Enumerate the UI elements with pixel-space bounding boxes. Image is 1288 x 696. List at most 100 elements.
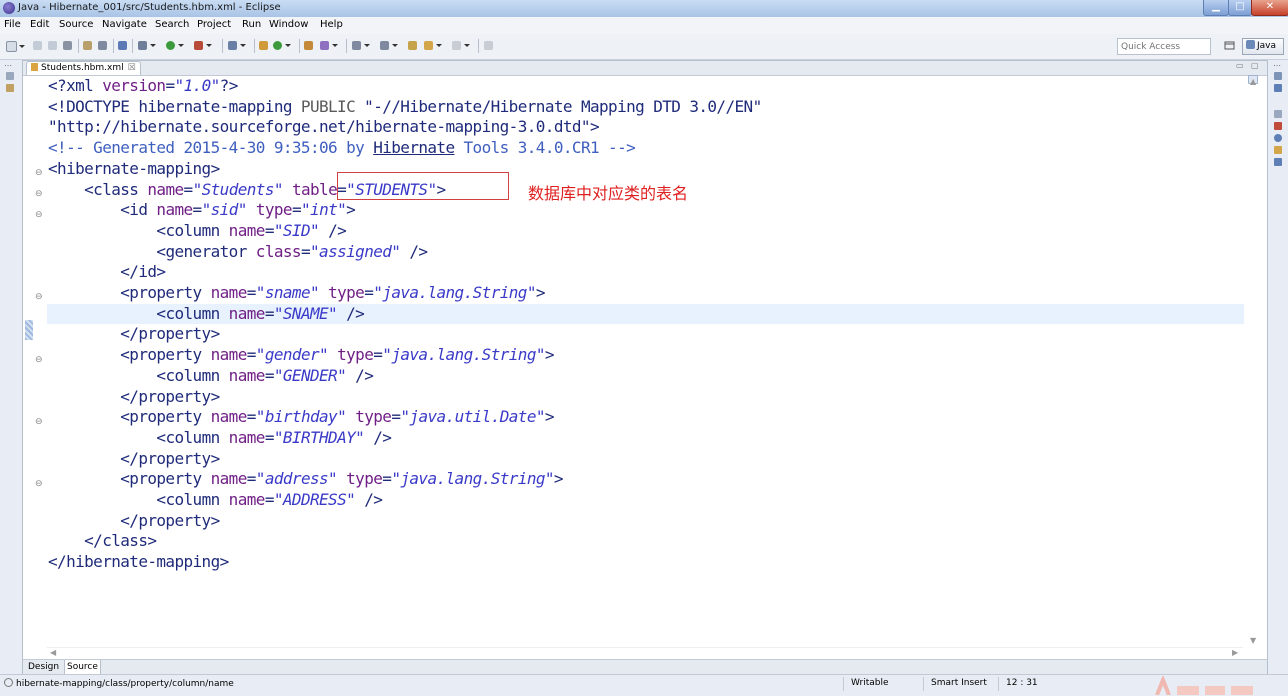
console-icon[interactable] — [1274, 146, 1282, 154]
tab-source[interactable]: Source — [64, 660, 101, 675]
menu-project[interactable]: Project — [197, 19, 231, 30]
code-line-18[interactable]: <column name="BIRTHDAY" /> — [47, 428, 1244, 449]
debug-icon[interactable] — [138, 41, 156, 50]
fold-icon[interactable]: ⊖ — [35, 190, 43, 199]
vertical-scrollbar[interactable]: ▲ ▼ — [1244, 75, 1264, 647]
last-edit-icon[interactable] — [408, 41, 417, 50]
code-line-22[interactable]: </property> — [47, 511, 1244, 532]
restore-right-icon[interactable]: ⋯ — [1273, 61, 1281, 70]
code-line-8[interactable]: <column name="SID" /> — [47, 221, 1244, 242]
code-line-5[interactable]: <hibernate-mapping> — [47, 159, 1244, 180]
maximize-button[interactable]: □ — [1228, 0, 1252, 16]
outline-icon[interactable] — [1274, 72, 1282, 80]
writable-status: Writable — [851, 678, 889, 688]
code-line-13[interactable]: </property> — [47, 324, 1244, 345]
menu-edit[interactable]: Edit — [30, 19, 49, 30]
open-perspective-button[interactable] — [1224, 38, 1235, 53]
minimize-editor-icon[interactable]: ▭ — [1236, 61, 1244, 70]
tab-design[interactable]: Design — [26, 660, 61, 674]
code-line-11[interactable]: <property name="sname" type="java.lang.S… — [47, 283, 1244, 304]
editor-mode-tabs: Design Source — [23, 659, 1267, 675]
javadoc-icon[interactable] — [1274, 122, 1282, 130]
new-package-icon[interactable] — [259, 41, 268, 50]
java-perspective-button[interactable]: Java — [1242, 38, 1284, 55]
fold-icon[interactable]: ⊖ — [35, 480, 43, 489]
fold-icon[interactable]: ⊖ — [35, 418, 43, 427]
cursor-position: 12 : 31 — [1006, 678, 1038, 688]
package-explorer-icon[interactable] — [6, 72, 14, 80]
left-trim-bar: ⋯ — [0, 60, 21, 672]
code-line-23[interactable]: </class> — [47, 531, 1244, 552]
next-annotation-icon[interactable] — [352, 41, 370, 50]
run-icon[interactable] — [166, 41, 184, 50]
code-line-10[interactable]: </id> — [47, 262, 1244, 283]
save-icon[interactable] — [33, 41, 42, 50]
editor-tab-label: Students.hbm.xml — [41, 63, 124, 73]
minimize-button[interactable]: ▁ — [1203, 0, 1229, 16]
xml-editor: Students.hbm.xml ☒ ▭ ▢ ⊖ ⊖ ⊖ ⊖ ⊖ ⊖ ⊖ <?xm… — [22, 60, 1268, 675]
menu-navigate[interactable]: Navigate — [102, 19, 147, 30]
editor-tab-students-hbm[interactable]: Students.hbm.xml ☒ — [26, 61, 141, 75]
scroll-up-icon[interactable]: ▲ — [1250, 77, 1256, 86]
open-task-icon[interactable] — [98, 41, 107, 50]
menu-search[interactable]: Search — [155, 19, 189, 30]
code-line-24[interactable]: </hibernate-mapping> — [47, 552, 1244, 573]
search-icon[interactable] — [320, 41, 338, 50]
quick-access-input[interactable] — [1118, 39, 1212, 55]
code-line-12[interactable]: <column name="SNAME" /> — [47, 303, 1244, 325]
scroll-right-icon[interactable]: ▶ — [1232, 648, 1238, 657]
close-window-button[interactable]: ✕ — [1251, 0, 1288, 16]
external-tools-icon[interactable] — [194, 41, 212, 50]
skip-breakpoints-icon[interactable] — [118, 41, 127, 50]
fold-icon[interactable]: ⊖ — [35, 169, 43, 178]
open-perspective-icon[interactable] — [228, 41, 246, 50]
code-line-14[interactable]: <property name="gender" type="java.lang.… — [47, 345, 1244, 366]
problems-icon[interactable] — [1274, 110, 1282, 118]
new-icon[interactable] — [6, 41, 25, 52]
fold-icon[interactable]: ⊖ — [35, 356, 43, 365]
save-all-icon[interactable] — [48, 41, 57, 50]
back-icon[interactable] — [424, 41, 442, 50]
declaration-icon[interactable] — [1274, 134, 1282, 142]
previous-annotation-icon[interactable] — [380, 41, 398, 50]
code-line-20[interactable]: <property name="address" type="java.lang… — [47, 469, 1244, 490]
tab-close-icon[interactable]: ☒ — [128, 63, 136, 73]
code-line-17[interactable]: <property name="birthday" type="java.uti… — [47, 407, 1244, 428]
scroll-left-icon[interactable]: ◀ — [50, 648, 56, 657]
code-line-19[interactable]: </property> — [47, 449, 1244, 470]
print-icon[interactable] — [63, 41, 72, 50]
scroll-down-icon[interactable]: ▼ — [1250, 636, 1256, 645]
code-line-16[interactable]: </property> — [47, 387, 1244, 408]
open-folder-icon[interactable] — [304, 41, 313, 50]
menu-window[interactable]: Window — [269, 19, 308, 30]
menu-help[interactable]: Help — [320, 19, 343, 30]
code-line-4[interactable]: <!-- Generated 2015-4-30 9:35:06 by Hibe… — [47, 138, 1244, 159]
restore-icon[interactable]: ⋯ — [4, 61, 12, 70]
java-perspective-label: Java — [1257, 41, 1277, 51]
xml-file-icon — [31, 63, 38, 71]
pin-editor-icon[interactable] — [484, 41, 493, 50]
code-line-3[interactable]: "http://hibernate.sourceforge.net/hibern… — [47, 117, 1244, 138]
editor-ruler: ⊖ ⊖ ⊖ ⊖ ⊖ ⊖ ⊖ — [23, 76, 47, 647]
task-list-icon[interactable] — [1274, 84, 1282, 92]
forward-icon[interactable] — [452, 41, 470, 50]
watermark-logo-graphic — [1155, 676, 1253, 695]
quick-access-field[interactable] — [1117, 38, 1212, 55]
code-text[interactable]: <?xml version="1.0"?> <!DOCTYPE hibernat… — [47, 76, 1244, 647]
code-line-15[interactable]: <column name="GENDER" /> — [47, 366, 1244, 387]
code-line-1[interactable]: <?xml version="1.0"?> — [47, 76, 1244, 97]
menu-source[interactable]: Source — [59, 19, 93, 30]
code-line-21[interactable]: <column name="ADDRESS" /> — [47, 490, 1244, 511]
annotation-note: 数据库中对应类的表名 — [528, 184, 689, 203]
fold-icon[interactable]: ⊖ — [35, 293, 43, 302]
hierarchy-icon[interactable] — [6, 84, 14, 92]
menu-file[interactable]: File — [4, 19, 21, 30]
maximize-editor-icon[interactable]: ▢ — [1251, 61, 1259, 70]
open-type-icon[interactable] — [83, 41, 92, 50]
new-class-icon[interactable] — [273, 41, 291, 50]
menu-run[interactable]: Run — [242, 19, 261, 30]
code-line-9[interactable]: <generator class="assigned" /> — [47, 242, 1244, 263]
fold-icon[interactable]: ⊖ — [35, 211, 43, 220]
code-line-2[interactable]: <!DOCTYPE hibernate-mapping PUBLIC "-//H… — [47, 97, 1244, 118]
progress-icon[interactable] — [1274, 158, 1282, 166]
